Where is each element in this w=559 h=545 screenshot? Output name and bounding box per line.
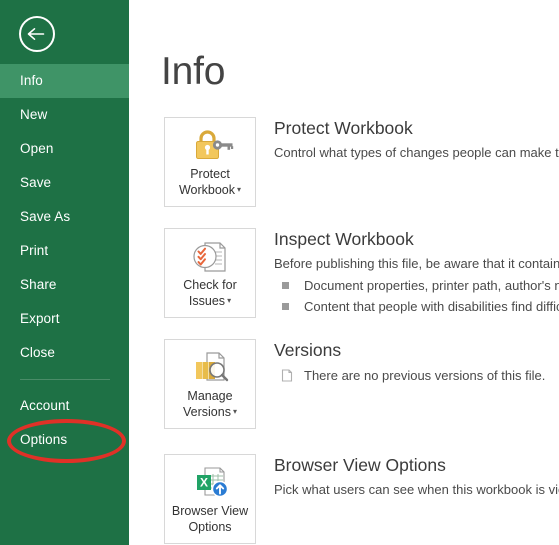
section-description: Pick what users can see when this workbo… [274,482,559,497]
sidebar-item-account[interactable]: Account [0,389,129,423]
section-heading: Browser View Options [274,455,446,475]
excel-backstage-info-screen: Info New Open Save Save As Print Share E… [0,0,559,545]
list-item-label: Document properties, printer path, autho… [304,278,559,293]
sidebar-item-label: Open [20,141,54,156]
sidebar-item-label: Export [20,311,60,326]
square-bullet-icon [282,303,289,310]
sidebar-item-info[interactable]: Info [0,64,129,98]
check-for-issues-label: Check for Issues ▾ [168,277,252,309]
protect-workbook-label: Protect Workbook ▾ [168,166,252,198]
document-check-magnifier-icon [165,239,257,277]
tile-label-line2: Workbook [178,183,236,197]
sidebar-item-label: Account [20,398,70,413]
sidebar-item-open[interactable]: Open [0,132,129,166]
browser-view-options-body: Browser View Options Pick what users can… [274,454,559,499]
protect-workbook-button[interactable]: Protect Workbook ▾ [164,117,256,207]
manage-versions-label: Manage Versions ▾ [168,388,252,420]
tile-label-line2: Issues [188,294,226,308]
list-item: Document properties, printer path, autho… [274,275,559,296]
sidebar-item-label: Save [20,175,52,190]
sidebar-item-label: New [20,107,48,122]
inspect-workbook-body: Inspect Workbook Before publishing this … [274,228,559,317]
sidebar-item-label: Share [20,277,57,292]
browser-view-options-button[interactable]: X Browser View Options [164,454,256,544]
section-heading: Versions [274,340,342,360]
manage-versions-button[interactable]: Manage Versions ▾ [164,339,256,429]
svg-text:X: X [200,476,208,490]
chevron-down-icon[interactable]: ▾ [237,182,241,198]
tile-label-line2: Options [188,520,232,534]
backstage-sidebar: Info New Open Save Save As Print Share E… [0,0,129,545]
sidebar-item-label: Save As [20,209,71,224]
tile-label-line1: Check for [183,278,237,292]
section-description: Control what types of changes people can… [274,145,559,160]
sidebar-item-export[interactable]: Export [0,302,129,336]
excel-upload-icon: X [165,465,257,503]
document-icon [280,368,294,389]
padlock-key-icon [165,128,257,166]
sidebar-item-new[interactable]: New [0,98,129,132]
sidebar-item-close[interactable]: Close [0,336,129,370]
sidebar-divider [20,379,110,380]
versions-empty-message: There are no previous versions of this f… [274,366,559,386]
sidebar-item-save[interactable]: Save [0,166,129,200]
list-item: Content that people with disabilities fi… [274,296,559,317]
versions-empty-label: There are no previous versions of this f… [304,368,546,383]
sidebar-item-save-as[interactable]: Save As [0,200,129,234]
square-bullet-icon [282,282,289,289]
info-pane: Info Protect Workbook ▾ Protect Workbook… [129,0,559,545]
list-item-label: Content that people with disabilities fi… [304,299,559,314]
sidebar-item-label: Print [20,243,49,258]
sidebar-item-share[interactable]: Share [0,268,129,302]
tile-label-line1: Protect [190,167,230,181]
sidebar-item-options[interactable]: Options [0,423,129,457]
inspect-findings-list: Document properties, printer path, autho… [274,275,559,317]
tile-label-line1: Browser View [171,504,249,518]
section-heading: Inspect Workbook [274,229,414,249]
section-description: Before publishing this file, be aware th… [274,256,559,271]
document-stack-magnifier-icon [165,350,257,388]
section-heading: Protect Workbook [274,118,413,138]
chevron-down-icon[interactable]: ▾ [233,404,237,420]
chevron-down-icon[interactable]: ▾ [227,293,231,309]
sidebar-item-label: Info [20,73,43,88]
sidebar-item-label: Close [20,345,56,360]
tile-label-line2: Versions [183,405,231,419]
sidebar-item-print[interactable]: Print [0,234,129,268]
backstage-nav-list: Info New Open Save Save As Print Share E… [0,64,129,457]
sidebar-item-label: Options [20,432,68,447]
browser-view-options-label: Browser View Options [168,503,252,535]
check-for-issues-button[interactable]: Check for Issues ▾ [164,228,256,318]
back-arrow-icon[interactable] [19,16,55,52]
page-title: Info [161,50,226,93]
versions-body: Versions There are no previous versions … [274,339,559,386]
protect-workbook-body: Protect Workbook Control what types of c… [274,117,559,162]
tile-label-line1: Manage [187,389,233,403]
